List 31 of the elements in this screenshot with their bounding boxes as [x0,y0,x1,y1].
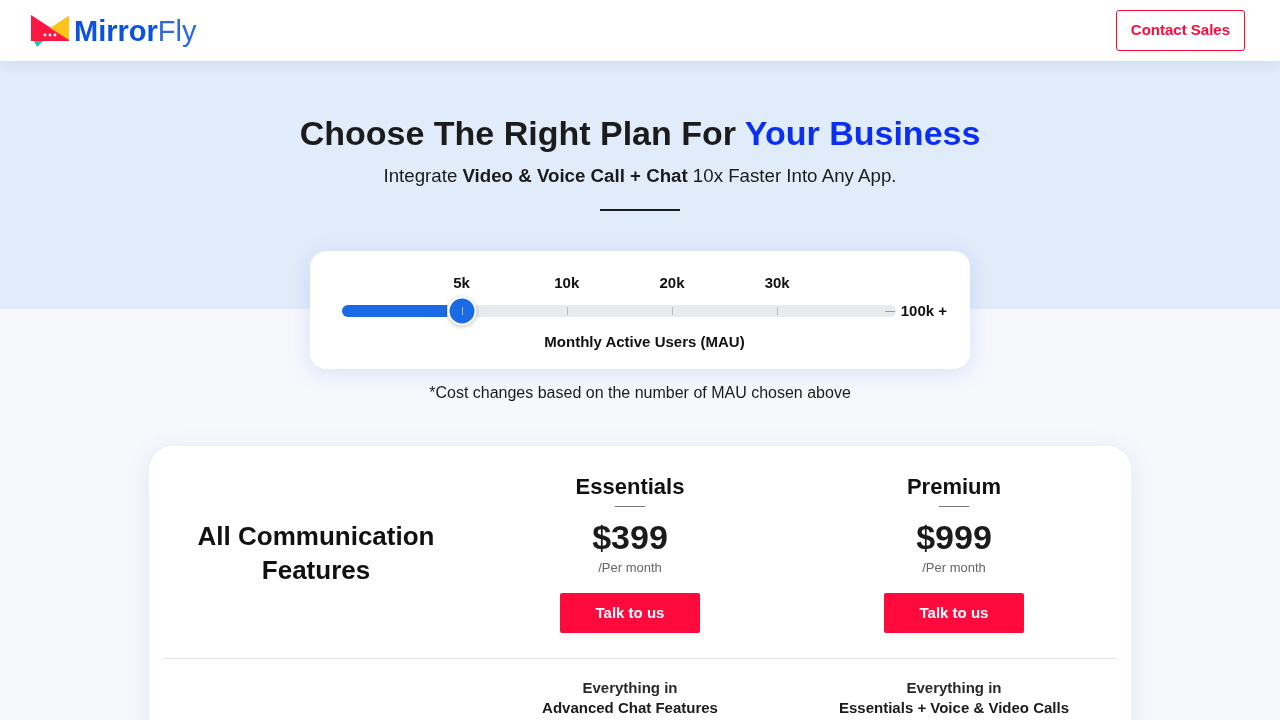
includes-text: Advanced Chat Features [542,698,718,718]
tick-mark [777,307,779,315]
includes-lead: Everything in [582,678,678,698]
tick-mark [672,307,673,315]
slider-thumb[interactable] [447,296,477,326]
slider-label: Monthly Active Users (MAU) [543,332,746,352]
plan-name: Essentials [575,473,685,501]
page-subtitle: Integrate Video & Voice Call + Chat 10x Faster Into Any App. [383,164,897,188]
cost-note: *Cost changes based on the number of MAU chosen above [429,383,851,403]
tick-label: 30k [764,274,790,292]
track-end-dash [884,311,895,312]
max-value-label: 100k + [900,305,947,317]
tick-mark [461,307,463,315]
price-period: /Per month [922,559,986,577]
price-period: /Per month [598,559,662,577]
plan-name: Premium [906,473,1002,501]
tick-label: 5k [453,274,470,292]
includes-text: Essentials + Voice & Video Calls [839,698,1069,718]
logo-icon [31,14,69,47]
tick-label: 20k [659,274,685,292]
plan-price: $999 [916,517,992,557]
talk-to-us-button[interactable]: Talk to us [884,593,1024,633]
includes-lead: Everything in [906,678,1002,698]
page-title: Choose The Right Plan For Your Business [299,113,981,153]
plan-price: $399 [592,517,668,557]
contact-sales-button[interactable]: Contact Sales [1115,10,1245,51]
talk-to-us-button[interactable]: Talk to us [560,593,700,633]
tick-mark [566,307,568,315]
tick-label: 10k [554,274,580,292]
logo-wordmark[interactable]: MirrorFly [74,14,197,47]
features-heading: All Communication Features [196,520,436,587]
